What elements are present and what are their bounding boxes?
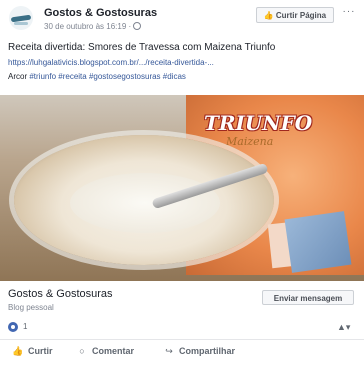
reaction-audience-menu[interactable]: ▲▾ bbox=[337, 322, 350, 333]
post-actions: 👍 Curtir ○ Comentar ↪ Compartilhar bbox=[0, 339, 364, 365]
photo-brand-logo: TRIUNFO Maizena bbox=[204, 111, 312, 148]
share-arrow-icon: ↪ bbox=[165, 346, 173, 356]
like-page-label: Curtir Página bbox=[275, 11, 327, 20]
brand-sub-text: Maizena bbox=[226, 135, 274, 148]
post-title: Receita divertida: Smores de Travessa co… bbox=[8, 42, 276, 53]
photo-cream bbox=[70, 173, 220, 233]
card-page-name[interactable]: Gostos & Gostosuras bbox=[8, 288, 113, 300]
reaction-icon[interactable] bbox=[8, 322, 18, 332]
post-link[interactable]: https://luhgalativicis.blogspot.com.br/.… bbox=[8, 58, 358, 67]
like-page-button[interactable]: 👍 Curtir Página bbox=[256, 7, 334, 23]
globe-icon bbox=[133, 22, 142, 30]
page-card: Gostos & Gostosuras Blog pessoal Enviar … bbox=[0, 281, 364, 319]
timestamp-text[interactable]: 30 de outubro às 16:19 · bbox=[44, 22, 131, 31]
post-text: Receita divertida: Smores de Travessa co… bbox=[8, 42, 358, 81]
post-header: Gostos & Gostosuras 30 de outubro às 16:… bbox=[0, 0, 364, 40]
reaction-count[interactable]: 1 bbox=[23, 322, 27, 331]
card-page-category: Blog pessoal bbox=[8, 303, 54, 312]
page-avatar[interactable] bbox=[9, 6, 33, 30]
send-message-button[interactable]: Enviar mensagem bbox=[262, 290, 354, 305]
speech-bubble-icon: ○ bbox=[79, 346, 85, 356]
post-photo[interactable]: TRIUNFO Maizena bbox=[0, 95, 364, 281]
comment-label: Comentar bbox=[92, 346, 135, 356]
brand-logo-text: TRIUNFO bbox=[204, 111, 313, 135]
comment-button[interactable]: ○ Comentar bbox=[76, 346, 134, 356]
like-label: Curtir bbox=[28, 346, 53, 356]
share-button[interactable]: ↪ Compartilhar bbox=[163, 346, 235, 357]
facebook-post: Gostos & Gostosuras 30 de outubro às 16:… bbox=[0, 0, 364, 364]
share-label: Compartilhar bbox=[179, 346, 236, 356]
thumbs-up-icon: 👍 bbox=[263, 11, 274, 20]
avatar-logo-underline bbox=[14, 22, 28, 25]
photo-side-box bbox=[284, 211, 352, 273]
page-name[interactable]: Gostos & Gostosuras bbox=[44, 7, 157, 19]
post-timestamp[interactable]: 30 de outubro às 16:19 · bbox=[44, 22, 142, 31]
reactions-bar: 1 ▲▾ bbox=[0, 319, 364, 337]
like-button[interactable]: 👍 Curtir bbox=[12, 346, 53, 357]
more-options-button[interactable]: ··· bbox=[339, 6, 359, 20]
thumbs-up-icon: 👍 bbox=[12, 346, 24, 356]
tags-prefix: Arcor bbox=[8, 72, 28, 81]
hashtags[interactable]: #triunfo #receita #gostosegostosuras #di… bbox=[29, 72, 186, 81]
post-tags: Arcor #triunfo #receita #gostosegostosur… bbox=[8, 72, 358, 81]
